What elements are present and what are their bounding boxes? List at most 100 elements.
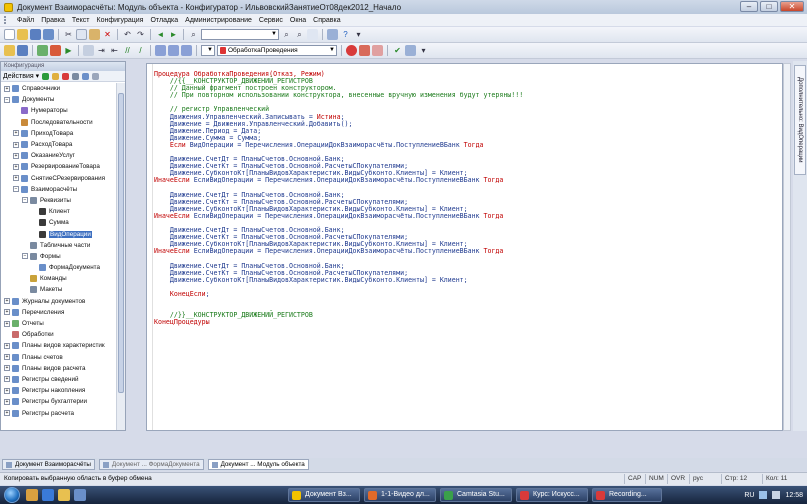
tree-item[interactable]: + СнятиеСРезервирования: [1, 173, 117, 184]
delete-icon[interactable]: ✕: [102, 29, 113, 40]
find-next-icon[interactable]: ⌕: [281, 29, 292, 40]
expand-icon[interactable]: +: [13, 141, 19, 148]
tray-volume-icon[interactable]: [772, 491, 781, 499]
new-document-icon[interactable]: [4, 29, 15, 40]
breakpoint-icon[interactable]: [346, 45, 357, 56]
menu-debug[interactable]: Отладка: [150, 17, 178, 24]
next-bookmark-icon[interactable]: [168, 45, 179, 56]
procedure-selector[interactable]: ОбработкаПроведения ▼: [217, 45, 337, 56]
tree-item[interactable]: Команды: [1, 273, 117, 284]
tree-item[interactable]: ФормаДокумента: [1, 262, 117, 273]
tree-item[interactable]: + Регистры накопления: [1, 385, 117, 396]
tray-clock[interactable]: 12:58: [785, 492, 803, 499]
task-video[interactable]: 1-1-Видео дл...: [364, 488, 436, 502]
copy-icon[interactable]: [76, 29, 87, 40]
undo-icon[interactable]: ↶: [122, 29, 133, 40]
expand-icon[interactable]: +: [4, 365, 10, 372]
toolbar-options-icon[interactable]: ▾: [353, 29, 364, 40]
tab-document-form-module[interactable]: Документ ... ФормаДокумента: [98, 459, 204, 470]
menu-configuration[interactable]: Конфигурация: [97, 17, 144, 24]
tree-item[interactable]: − Документы: [1, 94, 117, 105]
menu-windows[interactable]: Окна: [290, 17, 306, 24]
tree-item[interactable]: Сумма: [1, 217, 117, 228]
paste-icon[interactable]: [89, 29, 100, 40]
tree-item[interactable]: + Журналы документов: [1, 296, 117, 307]
task-course[interactable]: Курс: Искусс...: [516, 488, 588, 502]
save-icon[interactable]: [30, 29, 41, 40]
tree-item[interactable]: ВидОперации: [1, 228, 117, 239]
find-icon[interactable]: ⌕: [188, 29, 199, 40]
tree-item[interactable]: + Отчеты: [1, 318, 117, 329]
tree-item[interactable]: + РасходТовара: [1, 139, 117, 150]
open-config-icon[interactable]: [4, 45, 15, 56]
tree-item[interactable]: + Регистры расчета: [1, 407, 117, 418]
toolbar-options-icon[interactable]: ▾: [418, 45, 429, 56]
tree-scrollbar[interactable]: [116, 83, 125, 430]
tree-item[interactable]: + Планы видов расчета: [1, 363, 117, 374]
expand-icon[interactable]: +: [13, 163, 19, 170]
expand-icon[interactable]: +: [4, 298, 10, 305]
save-all-icon[interactable]: [43, 29, 54, 40]
tree-item[interactable]: + Регистры бухгалтерии: [1, 396, 117, 407]
collapse-icon[interactable]: −: [13, 186, 19, 193]
menu-help[interactable]: Справка: [313, 17, 340, 24]
explorer-icon[interactable]: [26, 489, 38, 501]
menu-administration[interactable]: Администрирование: [185, 17, 252, 24]
tree-item[interactable]: + Планы видов характеристик: [1, 340, 117, 351]
tree-item[interactable]: Табличные части: [1, 240, 117, 251]
tree-item[interactable]: − Взаиморасчёты: [1, 184, 117, 195]
editor-scrollbar[interactable]: [783, 63, 791, 431]
task-camtasia[interactable]: Camtasia Stu...: [440, 488, 512, 502]
tree-item[interactable]: + Планы счетов: [1, 352, 117, 363]
expand-icon[interactable]: +: [4, 354, 10, 361]
media-icon[interactable]: [74, 489, 86, 501]
tree-item[interactable]: + РезервированиеТовара: [1, 161, 117, 172]
minimize-button[interactable]: –: [740, 1, 758, 12]
run-icon[interactable]: ▶: [63, 45, 74, 56]
scrollbar-thumb[interactable]: [118, 93, 124, 393]
check-module-icon[interactable]: ✔: [392, 45, 403, 56]
module-selector[interactable]: ▼: [201, 45, 215, 56]
delete-icon[interactable]: [62, 72, 70, 80]
menu-service[interactable]: Сервис: [259, 17, 283, 24]
search-icon[interactable]: [82, 72, 90, 80]
onec-icon[interactable]: [58, 489, 70, 501]
tree-item[interactable]: Обработки: [1, 329, 117, 340]
start-debug-icon[interactable]: [50, 45, 61, 56]
expand-icon[interactable]: +: [13, 152, 19, 159]
code-editor[interactable]: Процедура ОбработкаПроведения(Отказ, Реж…: [146, 63, 783, 431]
expand-icon[interactable]: +: [13, 130, 19, 137]
tree-item[interactable]: Нумераторы: [1, 105, 117, 116]
close-button[interactable]: ✕: [780, 1, 804, 12]
tab-object-module[interactable]: Документ ... Модуль объекта: [207, 459, 309, 470]
tree-item[interactable]: Макеты: [1, 284, 117, 295]
disable-breakpoint-icon[interactable]: [372, 45, 383, 56]
collapse-icon[interactable]: −: [22, 253, 28, 260]
menu-file[interactable]: Файл: [17, 17, 34, 24]
open-folder-icon[interactable]: [17, 29, 28, 40]
start-button[interactable]: [4, 487, 20, 503]
comment-icon[interactable]: //: [122, 45, 133, 56]
tree-item[interactable]: − Реквизиты: [1, 195, 117, 206]
update-db-icon[interactable]: [37, 45, 48, 56]
bookmark-icon[interactable]: [155, 45, 166, 56]
breakpoint-list-icon[interactable]: [359, 45, 370, 56]
browser-icon[interactable]: [42, 489, 54, 501]
expand-icon[interactable]: +: [4, 410, 10, 417]
tray-network-icon[interactable]: [759, 491, 768, 499]
task-recording[interactable]: Recording...: [592, 488, 662, 502]
tree-item[interactable]: + ПриходТовара: [1, 128, 117, 139]
indent-icon[interactable]: ⇥: [96, 45, 107, 56]
expand-icon[interactable]: +: [4, 320, 10, 327]
tree-item[interactable]: Последовательности: [1, 117, 117, 128]
help-icon[interactable]: ?: [340, 29, 351, 40]
tray-language[interactable]: RU: [744, 492, 754, 499]
expand-icon[interactable]: +: [13, 175, 19, 182]
find-prev-icon[interactable]: ⌕: [294, 29, 305, 40]
properties-tab[interactable]: Дополнительно: ВидОперации: [794, 65, 806, 175]
replace-icon[interactable]: [307, 29, 318, 40]
expand-icon[interactable]: +: [4, 376, 10, 383]
code-text[interactable]: Процедура ОбработкаПроведения(Отказ, Реж…: [154, 70, 523, 326]
tree-item[interactable]: + Перечисления: [1, 307, 117, 318]
grid-icon[interactable]: [83, 45, 94, 56]
